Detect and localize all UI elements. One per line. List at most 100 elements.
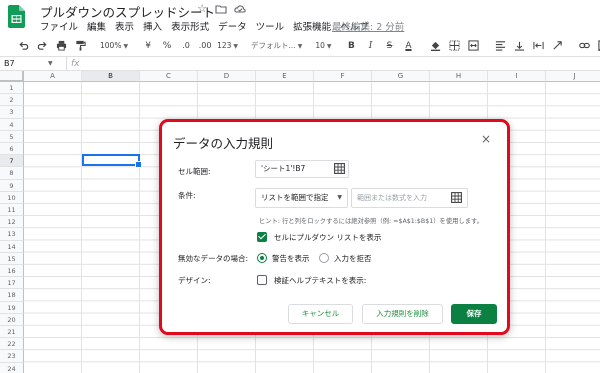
invalid-data-label: 無効なデータの場合: [178,254,249,263]
show-dropdown-checkbox[interactable] [257,232,267,242]
row-header-1[interactable]: 1 [0,82,24,95]
help-text-checkbox[interactable] [257,275,267,285]
row-header-5[interactable]: 5 [0,130,24,143]
column-header-a[interactable]: A [24,71,82,82]
cell-range-value: 'シート1'!B7 [261,164,306,173]
star-icon[interactable]: ☆ [196,3,208,15]
show-dropdown-label: セルにプルダウン リストを表示 [274,233,382,242]
row-header-12[interactable]: 12 [0,216,24,229]
row-header-24[interactable]: 24 [0,362,24,373]
close-icon[interactable]: × [480,133,492,145]
menu-extensions[interactable]: 拡張機能 [293,19,331,33]
row-header-13[interactable]: 13 [0,228,24,241]
save-button[interactable]: 保存 [451,304,497,324]
data-validation-dialog: データの入力規則 × セル範囲: 'シート1'!B7 条件: リストを範囲で指定… [159,119,510,335]
menu-edit[interactable]: 編集 [87,19,106,33]
menu-file[interactable]: ファイル [40,19,78,33]
font-size-select[interactable]: 10 ▼ [315,41,331,50]
redo-icon[interactable] [35,38,49,54]
text-wrap-icon[interactable] [531,38,545,54]
zoom-select[interactable]: 100% ▼ [100,41,128,50]
reject-input-radio[interactable] [319,253,329,263]
criteria-type-select[interactable]: リストを範囲で指定 ▼ [255,188,348,208]
menu-view[interactable]: 表示 [115,19,134,33]
insert-link-icon[interactable] [577,38,591,54]
toolbar: 100% ▼ ¥ % .0 .00 123 ▼ デフォルト... ▼ 10 ▼ B I … [0,35,600,56]
row-header-9[interactable]: 9 [0,179,24,192]
menu-tools[interactable]: ツール [256,19,285,33]
row-header-15[interactable]: 15 [0,252,24,265]
font-select[interactable]: デフォルト... ▼ [251,40,302,51]
remove-validation-button[interactable]: 入力規則を削除 [362,304,443,324]
vertical-align-icon[interactable] [512,38,526,54]
row-header-8[interactable]: 8 [0,167,24,180]
chevron-down-icon: ▼ [326,43,332,50]
row-header-23[interactable]: 23 [0,350,24,363]
column-header-i[interactable]: I [488,71,546,82]
select-range-icon[interactable] [334,163,345,174]
strikethrough-button[interactable]: S [382,38,396,54]
text-color-button[interactable]: A [401,38,415,54]
move-folder-icon[interactable] [215,3,227,15]
row-header-17[interactable]: 17 [0,277,24,290]
menu-data[interactable]: データ [218,19,247,33]
print-icon[interactable] [54,38,68,54]
horizontal-align-icon[interactable] [493,38,507,54]
decrease-decimal-button[interactable]: .0 [179,38,193,54]
font-value: デフォルト... [251,41,296,50]
insert-comment-icon[interactable] [596,38,600,54]
column-header-d[interactable]: D [198,71,256,82]
active-cell-b7[interactable] [82,154,142,168]
menu-bar: ファイル 編集 表示 挿入 表示形式 データ ツール 拡張機能 ヘルプ [40,19,369,33]
row-header-2[interactable]: 2 [0,94,24,107]
undo-icon[interactable] [16,38,30,54]
chevron-down-icon[interactable]: ▼ [48,58,53,70]
menu-format[interactable]: 表示形式 [171,19,209,33]
row-header-11[interactable]: 11 [0,204,24,217]
select-range-icon[interactable] [451,192,462,203]
percent-format-button[interactable]: % [160,38,174,54]
row-header-10[interactable]: 10 [0,191,24,204]
row-header-18[interactable]: 18 [0,289,24,302]
row-header-20[interactable]: 20 [0,313,24,326]
column-header-h[interactable]: H [430,71,488,82]
merge-cells-icon[interactable] [466,38,480,54]
currency-format-button[interactable]: ¥ [141,38,155,54]
borders-icon[interactable] [447,38,461,54]
column-header-j[interactable]: J [546,71,600,82]
cloud-status-icon[interactable] [234,3,246,15]
row-header-19[interactable]: 19 [0,301,24,314]
select-all-corner[interactable] [0,71,24,82]
column-header-b[interactable]: B [82,71,140,82]
row-header-22[interactable]: 22 [0,338,24,351]
fx-icon: fx [66,57,80,70]
italic-button[interactable]: I [363,38,377,54]
text-rotation-icon[interactable] [550,38,564,54]
column-header-c[interactable]: C [140,71,198,82]
increase-decimal-button[interactable]: .00 [198,38,212,54]
chevron-down-icon: ▼ [337,194,342,201]
fill-color-icon[interactable] [428,38,442,54]
spreadsheet-app: プルダウンのスプレッドシート ☆ ファイル 編集 表示 挿入 表示形式 データ … [0,0,600,373]
help-text-label: 検証ヘルプテキストを表示: [274,276,367,285]
row-header-3[interactable]: 3 [0,106,24,119]
menu-insert[interactable]: 挿入 [143,19,162,33]
criteria-type-value: リストを範囲で指定 [261,193,329,202]
row-header-4[interactable]: 4 [0,118,24,131]
cancel-button[interactable]: キャンセル [288,304,353,324]
paint-format-icon[interactable] [73,38,87,54]
show-warning-radio[interactable] [257,253,267,263]
zoom-value: 100% [100,41,122,50]
row-header-21[interactable]: 21 [0,326,24,339]
column-header-f[interactable]: F [314,71,372,82]
row-header-16[interactable]: 16 [0,265,24,278]
column-header-g[interactable]: G [372,71,430,82]
number-format-select[interactable]: 123 ▼ [217,41,238,50]
last-edit-link[interactable]: 最終編集: 2 分前 [332,19,404,33]
column-header-e[interactable]: E [256,71,314,82]
row-header-14[interactable]: 14 [0,240,24,253]
row-header-7[interactable]: 7 [0,155,24,168]
sheets-logo-icon[interactable] [8,5,25,28]
row-header-6[interactable]: 6 [0,143,24,156]
bold-button[interactable]: B [344,38,358,54]
